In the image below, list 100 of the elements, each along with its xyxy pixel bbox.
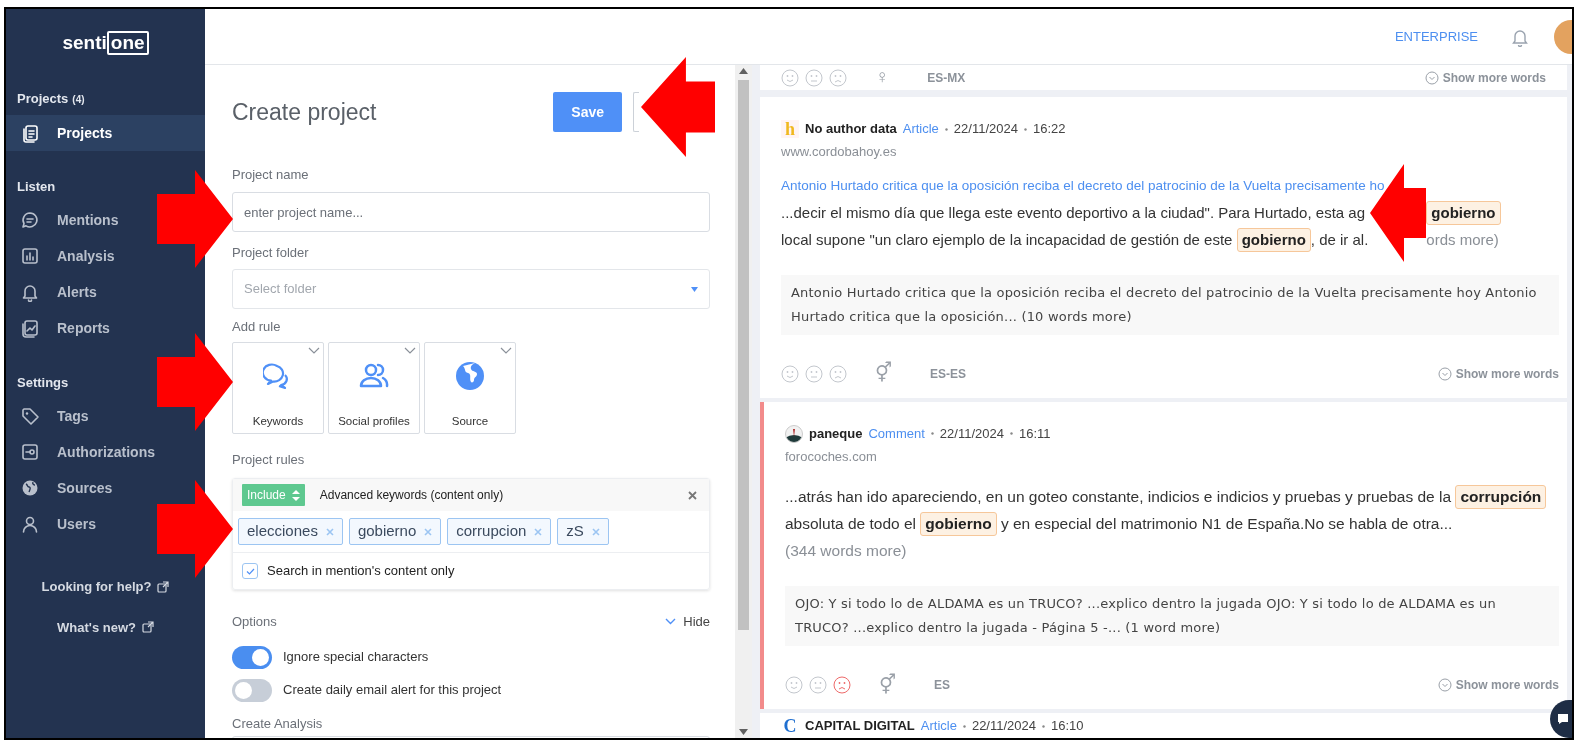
globe-icon — [20, 478, 40, 498]
remove-icon[interactable] — [591, 527, 600, 536]
logo-box: one — [106, 31, 149, 55]
sidebar-item[interactable]: Projects — [6, 115, 205, 151]
toggle-switch[interactable] — [232, 645, 272, 669]
words-more-text: (344 words — [785, 542, 862, 559]
mention-text: , de ir al. — [1310, 230, 1369, 248]
rule-card[interactable]: Keywords — [232, 342, 324, 434]
author-name: paneque — [809, 424, 863, 443]
section-title: Projects — [17, 90, 69, 109]
remove-icon[interactable] — [325, 527, 334, 536]
mention-date: 22/11/2024 — [971, 717, 1036, 736]
words-more-text: ords more) — [1426, 230, 1499, 248]
section-label: Add rule — [232, 319, 282, 335]
sidebar-item[interactable]: Authorizations — [6, 434, 157, 470]
chat-bubble-icon — [1556, 712, 1570, 726]
sidebar-item[interactable]: Sources — [6, 470, 115, 506]
documents-icon — [20, 123, 40, 143]
section-label: Project rules — [232, 452, 306, 468]
separator-dot-icon — [944, 127, 948, 131]
language-code: ES-ES — [930, 365, 966, 383]
input-field[interactable]: enter project name... — [232, 192, 710, 232]
source-url: www.cordobahoy.es — [781, 143, 898, 161]
sidebar-item[interactable]: Tags — [6, 398, 91, 434]
checkbox[interactable] — [242, 563, 258, 579]
scrollbar-thumb[interactable] — [738, 80, 749, 630]
gender-symbol: ⚥ — [875, 360, 892, 386]
sad-face-icon[interactable] — [833, 676, 851, 694]
field-label: Project folder — [232, 245, 310, 261]
chevron-down-icon — [665, 618, 677, 626]
neutral-face-icon[interactable] — [805, 364, 823, 383]
keyword-highlight: gobierno — [920, 512, 997, 536]
mention-text: absoluta de todo el — [785, 515, 917, 532]
mention-date: 22/11/2024 — [939, 424, 1004, 443]
help-link[interactable]: What's new? — [57, 617, 154, 637]
separator-dot-icon — [930, 432, 934, 435]
key-card-icon — [20, 442, 40, 462]
tag-icon — [20, 406, 40, 426]
mention-time: 16:10 — [1051, 717, 1084, 736]
rule-card[interactable]: Social profiles — [328, 342, 420, 434]
sidebar-item[interactable]: Analysis — [6, 238, 117, 274]
checkbox-label: Search in mention's content only — [267, 562, 455, 581]
scroll-up-icon[interactable] — [739, 68, 748, 74]
quoted-excerpt: Antonio Hurtado critica que la oposición reciba el decreto del patrocinio de la Vuelta precisamente hoy Antonio Hurtado critica que la oposición... (10 words more) — [781, 274, 1559, 335]
section-title: Settings — [17, 374, 69, 393]
language-code: ES — [934, 677, 950, 694]
source-logo: C — [782, 717, 798, 735]
help-link[interactable]: Looking for help? — [41, 577, 170, 597]
close-icon[interactable] — [688, 490, 697, 500]
separator-dot-icon — [1042, 724, 1045, 728]
dropdown-caret-icon — [691, 286, 698, 292]
sidebar-item[interactable]: Mentions — [6, 202, 121, 238]
sidebar-item[interactable]: Users — [6, 506, 98, 542]
section-title: Listen — [17, 178, 56, 197]
author-avatar-icon — [785, 424, 803, 443]
logo-text: senti — [62, 30, 107, 55]
mention-date: 22/11/2024 — [953, 120, 1018, 139]
rule-type: Advanced keywords (content only) — [319, 487, 505, 504]
smiley-icon[interactable] — [781, 364, 799, 383]
words-more-text: more) — [865, 542, 907, 559]
scroll-down-icon[interactable] — [739, 729, 748, 735]
chevron-down-icon — [404, 347, 416, 354]
quoted-excerpt: OJO: Y si todo lo de ALDAMA es un TRUCO? ...explico dentro la jugada OJO: Y si todo lo de ALDAMA es un TRUCO? ...explico dentro la jugada - Página 5 -... (1 word more) — [785, 586, 1559, 646]
remove-icon[interactable] — [424, 527, 433, 536]
sidebar-item[interactable]: Alerts — [6, 274, 99, 310]
form-title: Create project — [232, 97, 378, 127]
sidebar-item[interactable]: Reports — [6, 310, 112, 346]
bell-icon — [20, 282, 40, 302]
sad-face-icon[interactable] — [829, 68, 847, 87]
chevron-down-icon — [308, 347, 320, 354]
neutral-face-icon[interactable] — [809, 676, 827, 694]
separator-dot-icon — [1023, 127, 1027, 131]
hide-button[interactable]: Hide — [665, 612, 710, 632]
globe-icon — [455, 361, 485, 391]
smiley-icon[interactable] — [785, 676, 803, 694]
mention-time: 16:22 — [1032, 120, 1066, 139]
chevron-circle-icon — [1437, 678, 1452, 692]
smiley-icon[interactable] — [781, 68, 799, 87]
author-name: No author data — [805, 120, 897, 139]
sort-arrows-icon — [291, 489, 300, 501]
rule-card[interactable]: Source — [424, 342, 516, 434]
author-name: CAPITAL DIGITAL — [805, 717, 915, 736]
keyword-tag[interactable]: corrupcion — [447, 518, 552, 545]
source-url: forocoches.com — [785, 447, 878, 466]
keyword-tag[interactable]: gobierno — [348, 518, 442, 545]
check-icon — [245, 567, 255, 575]
keyword-tag[interactable]: elecciones — [238, 518, 343, 545]
bar-chart-icon — [20, 246, 40, 266]
remove-icon[interactable] — [534, 527, 543, 536]
field-label: Project name — [232, 167, 310, 183]
external-link-icon — [157, 580, 170, 593]
toggle-switch[interactable] — [232, 678, 272, 702]
keyword-tag[interactable]: zS — [557, 518, 609, 545]
neutral-face-icon[interactable] — [805, 68, 823, 87]
sad-face-icon[interactable] — [829, 364, 847, 383]
cancel-button[interactable] — [633, 92, 639, 132]
mention-text: ...decir el mismo día que llega este evento deportivo a la ciudad". Para Hurtado, esta ag — [781, 203, 1365, 221]
chevron-down-icon — [500, 347, 512, 354]
chart-document-icon — [20, 318, 40, 338]
separator-dot-icon — [962, 724, 966, 728]
